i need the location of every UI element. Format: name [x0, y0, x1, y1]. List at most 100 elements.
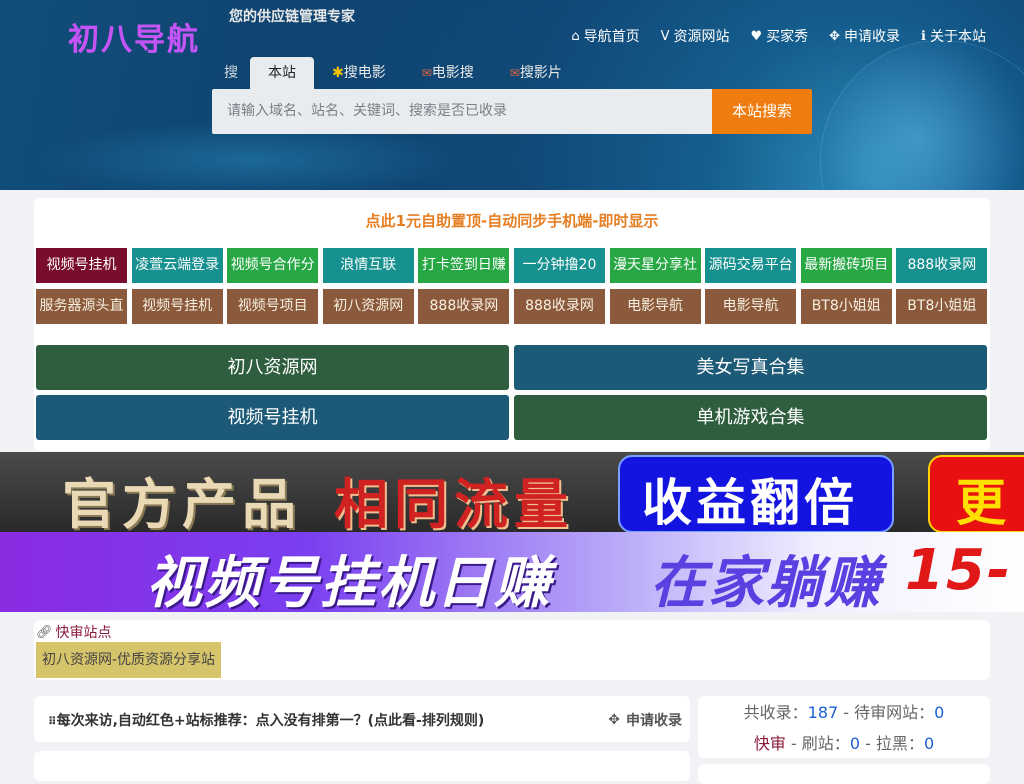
- tab-search-movie[interactable]: ✱搜电影: [314, 57, 404, 89]
- notice-text: 每次来访,自动红色+站标推荐：点入没有排第一？(点此看-排列规则): [56, 713, 485, 729]
- promo-link-button[interactable]: 电影导航: [609, 289, 701, 324]
- nav-resources[interactable]: V 资源网站: [661, 26, 730, 46]
- banner-text: 视频号挂机日赚: [146, 551, 552, 612]
- search-input[interactable]: 请输入域名、站名、关键词、搜索是否已收录: [212, 89, 712, 134]
- tab-search-film[interactable]: ✉搜影片: [492, 57, 580, 89]
- stats-label: - 拉黑：: [860, 734, 924, 753]
- ad-banner-official[interactable]: 官方产品 相同流量 收益翻倍 更: [0, 452, 1024, 532]
- site-slogan: 您的供应链管理专家: [229, 9, 355, 25]
- nav-apply[interactable]: ✥ 申请收录: [829, 26, 900, 46]
- promo-link[interactable]: 点此1元自助置顶-自动同步手机端-即时显示: [34, 210, 990, 231]
- side-card: [698, 764, 990, 784]
- promo-panel: 点此1元自助置顶-自动同步手机端-即时显示 视频号挂机 凌萱云端登录 视频号合作分浪…: [34, 198, 990, 451]
- tab-site[interactable]: 本站: [250, 57, 314, 89]
- nav-home[interactable]: ⌂ 导航首页: [571, 26, 639, 46]
- quick-review-header: 🔗︎ 快审站点: [36, 622, 112, 642]
- nav-label: 资源网站: [673, 29, 730, 45]
- notice-bar: ⠿每次来访,自动红色+站标推荐：点入没有排第一？(点此看-排列规则) ✥ 申请收录: [34, 696, 690, 742]
- search-lead-label: 搜: [224, 65, 238, 81]
- nav-label: 导航首页: [583, 29, 640, 45]
- promo-link-button[interactable]: 漫天星分享社: [609, 248, 701, 283]
- tab-label: 搜电影: [343, 65, 386, 81]
- quick-review-section: 🔗︎ 快审站点 初八资源网-优质资源分享站: [34, 620, 990, 680]
- promo-link-button[interactable]: 凌萱云端登录: [131, 248, 223, 283]
- stats-card: 共收录：187 - 待审网站：0 快审 - 刷站：0 - 拉黑：0: [698, 696, 990, 758]
- hongbao-icon: ✉: [421, 66, 432, 80]
- globe-graphic: [820, 40, 1024, 190]
- link-icon: 🔗︎: [36, 624, 53, 640]
- banner-text: 收益翻倍: [642, 474, 858, 532]
- search-button[interactable]: 本站搜索: [712, 89, 812, 134]
- ad-banner-video[interactable]: 视频号挂机日赚 在家躺赚 15-2: [0, 532, 1024, 612]
- promo-link-button[interactable]: BT8小姐姐: [896, 289, 988, 324]
- promo-link-button[interactable]: 浪情互联: [322, 248, 414, 283]
- featured-grid: 初八资源网 美女写真合集 视频号挂机 单机游戏合集: [36, 345, 987, 440]
- stats-label: 共收录：: [743, 703, 808, 722]
- featured-link-button[interactable]: 视频号挂机: [36, 395, 509, 440]
- promo-link-button[interactable]: 初八资源网: [322, 289, 414, 324]
- move-icon: ✥: [829, 28, 841, 44]
- search-box: 请输入域名、站名、关键词、搜索是否已收录 本站搜索: [212, 89, 812, 134]
- hongbao-icon: ✉: [509, 66, 520, 80]
- promo-link-button[interactable]: 888收录网: [896, 248, 988, 283]
- total-count: 187: [807, 703, 839, 722]
- brush-count: 0: [849, 734, 860, 753]
- grid-dots-icon: ⠿: [48, 715, 57, 728]
- stats-label: - 刷站：: [785, 734, 850, 753]
- promo-link-button[interactable]: 视频号挂机: [131, 289, 223, 324]
- promo-link-button[interactable]: 服务器源头直: [36, 289, 127, 324]
- promo-link-button[interactable]: 电影导航: [705, 289, 797, 324]
- apply-button[interactable]: ✥ 申请收录: [608, 710, 682, 730]
- vimeo-icon: V: [660, 28, 670, 44]
- banner-pill: 收益翻倍: [618, 455, 894, 532]
- nav-label: 买家秀: [766, 29, 809, 45]
- top-nav: ⌂ 导航首页 V 资源网站 ♥ 买家秀 ✥ 申请收录 ℹ 关于本站: [571, 26, 986, 46]
- tab-label: 电影搜: [431, 65, 474, 81]
- banner-text: 更: [956, 474, 1006, 532]
- heart-icon: ♥: [750, 28, 763, 44]
- search-tabs: 搜 本站 ✱搜电影 ✉电影搜 ✉搜影片: [224, 57, 580, 89]
- home-icon: ⌂: [571, 28, 580, 44]
- promo-link-button[interactable]: 视频号挂机: [36, 248, 127, 283]
- content-card: [34, 751, 690, 781]
- notice-link[interactable]: ⠿每次来访,自动红色+站标推荐：点入没有排第一？(点此看-排列规则): [48, 710, 484, 730]
- tab-movie-search[interactable]: ✉电影搜: [404, 57, 492, 89]
- stats-row-review: 快审 - 刷站：0 - 拉黑：0: [698, 730, 990, 754]
- blacklist-count: 0: [923, 734, 935, 753]
- promo-link-button[interactable]: BT8小姐姐: [800, 289, 892, 324]
- stats-row-total: 共收录：187 - 待审网站：0: [698, 699, 990, 723]
- banner-text: 官方产品: [62, 472, 302, 532]
- nav-about[interactable]: ℹ 关于本站: [921, 26, 986, 46]
- quick-review-item[interactable]: 初八资源网-优质资源分享站: [36, 642, 221, 678]
- star-icon: ✱: [332, 65, 344, 81]
- quick-review-title: 快审站点: [55, 625, 112, 641]
- banner-text: 在家躺赚: [650, 551, 882, 612]
- promo-link-button[interactable]: 源码交易平台: [705, 248, 797, 283]
- promo-link-button[interactable]: 一分钟撸20: [513, 248, 605, 283]
- fast-review-link[interactable]: 快审: [754, 734, 786, 753]
- apply-label: 申请收录: [626, 713, 682, 729]
- promo-link-button[interactable]: 888收录网: [513, 289, 605, 324]
- nav-label: 关于本站: [930, 29, 986, 45]
- promo-link-button[interactable]: 打卡签到日赚: [418, 248, 510, 283]
- promo-grid: 视频号挂机 凌萱云端登录 视频号合作分 浪情互联 打卡签到日赚 一分钟撸20 漫天星分享社源…: [36, 248, 988, 324]
- banner-text: 相同流量: [334, 472, 574, 532]
- promo-link-button[interactable]: 视频号合作分: [227, 248, 319, 283]
- pending-count: 0: [934, 703, 945, 722]
- promo-link-button[interactable]: 视频号项目: [227, 289, 319, 324]
- promo-link-button[interactable]: 888收录网: [418, 289, 510, 324]
- site-logo[interactable]: 初八导航: [68, 14, 200, 59]
- featured-link-button[interactable]: 初八资源网: [36, 345, 509, 390]
- header-banner: 初八导航 您的供应链管理专家 ⌂ 导航首页 V 资源网站 ♥ 买家秀 ✥ 申请收录 ℹ关…: [0, 0, 1024, 190]
- featured-link-button[interactable]: 单机游戏合集: [514, 395, 987, 440]
- tab-label: 搜影片: [519, 65, 562, 81]
- move-icon: ✥: [608, 712, 620, 728]
- featured-link-button[interactable]: 美女写真合集: [514, 345, 987, 390]
- banner-text: 15-2: [905, 538, 1013, 612]
- promo-link-button[interactable]: 最新搬砖项目: [800, 248, 892, 283]
- stats-label: - 待审网站：: [838, 703, 935, 722]
- nav-buyer-show[interactable]: ♥ 买家秀: [750, 26, 808, 46]
- banner-pill: 更: [928, 455, 1024, 532]
- info-icon: ℹ: [921, 28, 926, 44]
- nav-label: 申请收录: [844, 29, 901, 45]
